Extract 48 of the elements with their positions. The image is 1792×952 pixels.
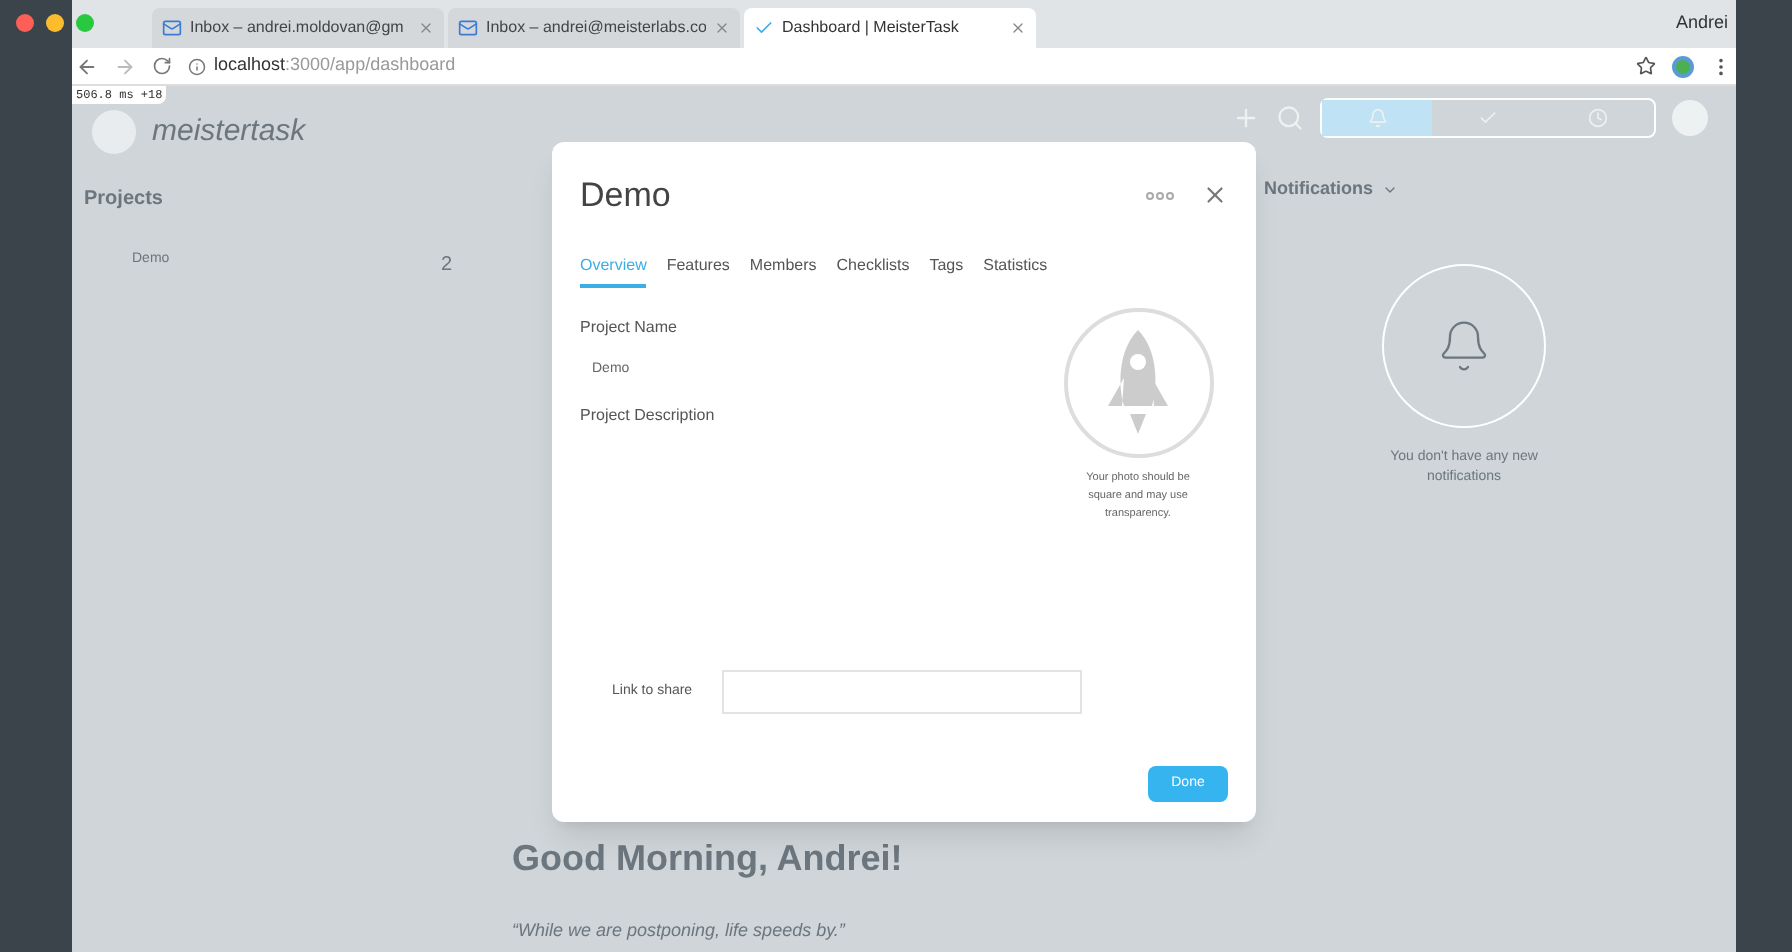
dialog-tab[interactable]: Statistics <box>983 253 1048 287</box>
browser-tab[interactable]: Inbox – andrei.moldovan@gm <box>152 8 444 48</box>
mail-icon <box>162 18 182 38</box>
greeting: Good Morning, Andrei! <box>512 835 905 882</box>
close-tab-icon[interactable] <box>1010 20 1026 36</box>
tab-title: Inbox – andrei.moldovan@gm <box>190 16 406 40</box>
bookmark-star-icon[interactable] <box>1636 56 1656 76</box>
dialog-tab[interactable]: Features <box>666 253 730 287</box>
close-tab-icon[interactable] <box>714 20 730 36</box>
back-icon[interactable] <box>76 55 98 77</box>
dialog-title: Demo <box>580 174 671 218</box>
dialog-tab[interactable]: Checklists <box>836 253 910 287</box>
check-icon <box>754 18 774 38</box>
quote: “While we are postponing, life speeds by.” <box>512 917 848 944</box>
reload-icon[interactable] <box>152 56 172 76</box>
field-label: Project Name <box>580 315 679 339</box>
tab-title: Inbox – andrei@meisterlabs.co <box>486 16 706 40</box>
rocket-avatar-icon[interactable] <box>1063 307 1213 457</box>
avatar-icon[interactable] <box>1672 100 1708 136</box>
add-icon[interactable] <box>1232 104 1260 132</box>
address-bar[interactable]: localhost:3000/app/dashboard <box>214 52 456 80</box>
field-label: Project Description <box>580 404 717 428</box>
logo-icon <box>92 110 136 155</box>
info-icon <box>188 57 206 75</box>
extension-icon[interactable] <box>1672 55 1694 77</box>
link-field[interactable] <box>722 670 1082 714</box>
profile-name[interactable]: Andrei <box>1675 9 1728 36</box>
close-icon[interactable] <box>1202 182 1228 209</box>
clock-icon[interactable] <box>1588 108 1609 128</box>
more-options-icon[interactable] <box>1146 191 1174 200</box>
browser-tab[interactable]: Inbox – andrei@meisterlabs.co <box>448 8 740 48</box>
browser-tab[interactable]: Dashboard | MeisterTask <box>744 8 1036 48</box>
app-logo: meistertask <box>152 112 306 152</box>
view-switcher[interactable] <box>1320 98 1656 138</box>
tab-title: Dashboard | MeisterTask <box>782 16 961 40</box>
bell-icon <box>1367 108 1388 128</box>
minimize-window-icon[interactable] <box>46 14 64 32</box>
maximize-window-icon[interactable] <box>76 14 94 32</box>
mail-icon <box>458 18 478 38</box>
check-icon[interactable] <box>1477 108 1498 128</box>
search-icon[interactable] <box>1276 104 1304 132</box>
close-tab-icon[interactable] <box>418 20 434 36</box>
dialog-tab[interactable]: Members <box>749 253 817 287</box>
project-count: 2 <box>440 251 452 279</box>
dialog-tab[interactable]: Tags <box>929 253 964 287</box>
forward-icon[interactable] <box>114 55 136 77</box>
projects-heading: Projects <box>84 185 165 213</box>
close-window-icon[interactable] <box>16 14 34 32</box>
